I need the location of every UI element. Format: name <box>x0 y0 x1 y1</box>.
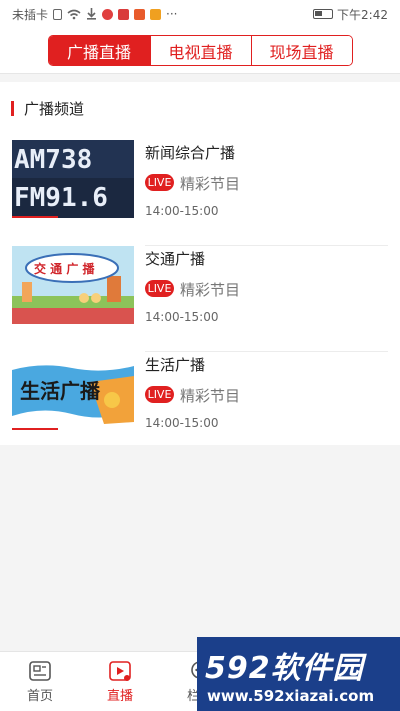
section-header: 广播频道 <box>11 98 84 119</box>
thumbnail-progress-line <box>12 428 58 430</box>
sim-icon <box>53 8 63 20</box>
live-play-icon <box>109 660 131 681</box>
header: 广播直播 电视直播 现场直播 <box>0 28 400 74</box>
program-time: 14:00-15:00 <box>145 416 219 430</box>
battery-icon <box>313 9 334 19</box>
tab-tv-live[interactable]: 电视直播 <box>149 36 251 65</box>
app-notification-icon <box>150 8 162 20</box>
program-name: 精彩节目 <box>180 175 241 193</box>
section-title: 广播频道 <box>24 100 85 118</box>
nav-live[interactable]: 直播 <box>80 652 160 711</box>
channel-title: 交通广播 <box>145 250 206 268</box>
section-accent-bar <box>11 101 14 116</box>
program-time: 14:00-15:00 <box>145 204 219 218</box>
live-type-tabs: 广播直播 电视直播 现场直播 <box>47 35 353 66</box>
site-watermark: 592软件园 www.592xiazai.com <box>197 637 400 711</box>
program-time: 14:00-15:00 <box>145 310 219 324</box>
app-notification-icon <box>118 8 130 20</box>
traffic-thumbnail-art: 交 通 广 播 <box>12 246 134 324</box>
nav-label: 首页 <box>26 688 53 704</box>
thumbnail-progress-line <box>12 216 58 218</box>
download-icon <box>87 8 97 20</box>
live-badge: LIVE <box>145 174 174 191</box>
clock-text: 下午2:42 <box>337 7 388 22</box>
carrier-text: 未插卡 <box>12 7 49 22</box>
live-badge: LIVE <box>145 280 174 297</box>
channel-item[interactable]: AM738 FM91.6 新闻综合广播 LIVE 精彩节目 14:00-15:0… <box>12 140 388 246</box>
app-notification-icon <box>134 8 146 20</box>
svg-text:生活广播: 生活广播 <box>20 379 101 403</box>
watermark-url: www.592xiazai.com <box>207 687 375 705</box>
life-thumbnail-art: 生活广播 <box>12 352 134 430</box>
channel-title: 生活广播 <box>145 356 206 374</box>
tab-radio-live[interactable]: 广播直播 <box>48 36 150 65</box>
wifi-icon <box>67 9 81 19</box>
channel-thumbnail: 生活广播 <box>12 352 134 430</box>
nav-label: 直播 <box>106 688 133 704</box>
program-name: 精彩节目 <box>180 387 241 405</box>
app-notification-icon <box>102 8 114 20</box>
channel-title: 新闻综合广播 <box>145 144 236 162</box>
channel-list-card: 广播频道 AM738 FM91.6 新闻综合广播 LIVE 精彩节目 14:00… <box>0 82 400 445</box>
svg-text:FM91.6: FM91.6 <box>14 183 108 213</box>
status-bar: 未插卡 ··· 下午2:42 <box>0 0 400 28</box>
channel-item[interactable]: 交 通 广 播 交通广播 LIVE 精彩节目 14:00-15:00 <box>12 246 388 352</box>
channel-thumbnail: AM738 FM91.6 <box>12 140 134 218</box>
program-name: 精彩节目 <box>180 281 241 299</box>
svg-text:AM738: AM738 <box>14 145 92 175</box>
watermark-brand: 592软件园 <box>205 651 364 686</box>
more-notifications-icon: ··· <box>166 7 178 21</box>
channel-thumbnail: 交 通 广 播 <box>12 246 134 324</box>
nav-home[interactable]: 首页 <box>0 652 80 711</box>
tab-onsite-live[interactable]: 现场直播 <box>250 36 352 65</box>
svg-text:交 通 广 播: 交 通 广 播 <box>34 261 96 276</box>
news-icon <box>29 660 51 681</box>
live-badge: LIVE <box>145 386 174 403</box>
am-fm-thumbnail-art: AM738 FM91.6 <box>12 140 134 218</box>
channel-item[interactable]: 生活广播 生活广播 LIVE 精彩节目 14:00-15:00 <box>12 352 388 458</box>
